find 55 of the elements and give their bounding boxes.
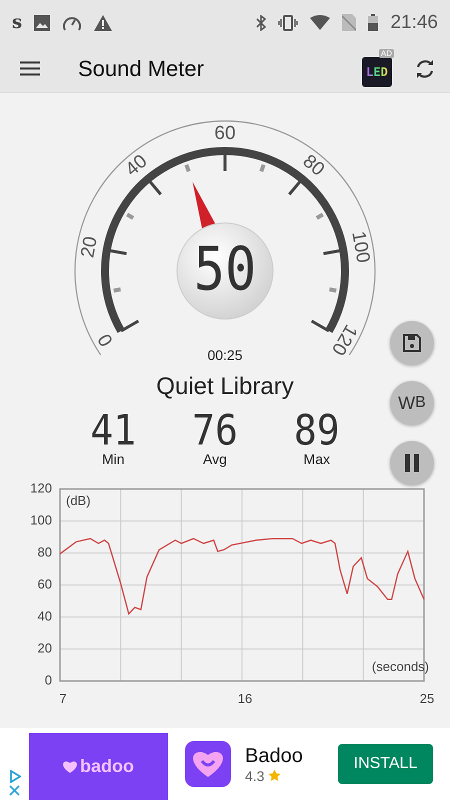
scale-label: 0 bbox=[94, 330, 118, 350]
stat-value: 89 bbox=[294, 406, 340, 454]
y-tick-label: 60 bbox=[38, 576, 52, 592]
app-rating: 4.3 bbox=[245, 768, 264, 784]
app-icon[interactable] bbox=[185, 741, 231, 787]
environment-label: Quiet Library bbox=[156, 373, 294, 401]
stat-value: 41 bbox=[90, 406, 136, 454]
scale-label: 60 bbox=[214, 123, 236, 144]
stat-value: 76 bbox=[192, 406, 238, 454]
scale-label: 80 bbox=[298, 150, 328, 181]
scale-label: 120 bbox=[327, 320, 362, 359]
scale-label: 40 bbox=[122, 150, 152, 181]
menu-icon[interactable] bbox=[20, 61, 40, 76]
close-icon[interactable] bbox=[9, 785, 20, 796]
x-tick-label: 25 bbox=[420, 691, 434, 706]
y-tick-label: 20 bbox=[38, 640, 52, 656]
pause-icon bbox=[404, 454, 420, 472]
app-title: Sound Meter bbox=[78, 56, 205, 82]
refresh-icon[interactable] bbox=[414, 58, 436, 80]
image-icon bbox=[34, 14, 50, 30]
ad-badge: AD bbox=[378, 48, 394, 58]
elapsed-time: 00:25 bbox=[207, 347, 243, 363]
sound-level-reading: 50 bbox=[194, 235, 256, 305]
warning-icon bbox=[94, 14, 112, 30]
stat-label: Max bbox=[304, 451, 330, 467]
wifi-icon bbox=[310, 15, 330, 30]
status-time: 21:46 bbox=[390, 12, 438, 34]
y-tick-label: 80 bbox=[38, 544, 52, 560]
stat-label: Avg bbox=[203, 451, 227, 467]
app-name: Badoo bbox=[245, 744, 304, 768]
stat-label: Min bbox=[102, 451, 124, 467]
led-app-ad-icon[interactable]: LED bbox=[362, 56, 392, 86]
notification-app-letter: s bbox=[12, 12, 22, 33]
x-tick-label: 16 bbox=[238, 691, 252, 706]
save-button[interactable] bbox=[390, 321, 434, 365]
pause-button[interactable] bbox=[390, 441, 434, 485]
y-tick-label: 40 bbox=[38, 608, 52, 624]
y-tick-label: 0 bbox=[44, 672, 52, 688]
battery-icon bbox=[368, 14, 378, 31]
install-button[interactable]: INSTALL bbox=[338, 744, 433, 784]
scale-label: 20 bbox=[77, 234, 102, 260]
gauge-needle bbox=[192, 182, 216, 228]
ad-choices-icon[interactable] bbox=[8, 770, 20, 783]
y-axis-title: (dB) bbox=[66, 493, 91, 508]
x-axis-title: (seconds) bbox=[372, 659, 429, 674]
y-tick-label: 100 bbox=[30, 512, 52, 528]
no-sim-icon bbox=[342, 14, 356, 31]
y-tick-label: 120 bbox=[30, 480, 52, 496]
scale-label: 100 bbox=[347, 230, 374, 265]
x-tick-label: 7 bbox=[59, 691, 67, 706]
bluetooth-icon bbox=[256, 14, 266, 30]
ad-banner[interactable]: badoo bbox=[29, 733, 168, 800]
star-icon bbox=[268, 769, 282, 782]
vibrate-icon bbox=[278, 14, 298, 30]
banner-logo-text: badoo bbox=[80, 756, 134, 777]
